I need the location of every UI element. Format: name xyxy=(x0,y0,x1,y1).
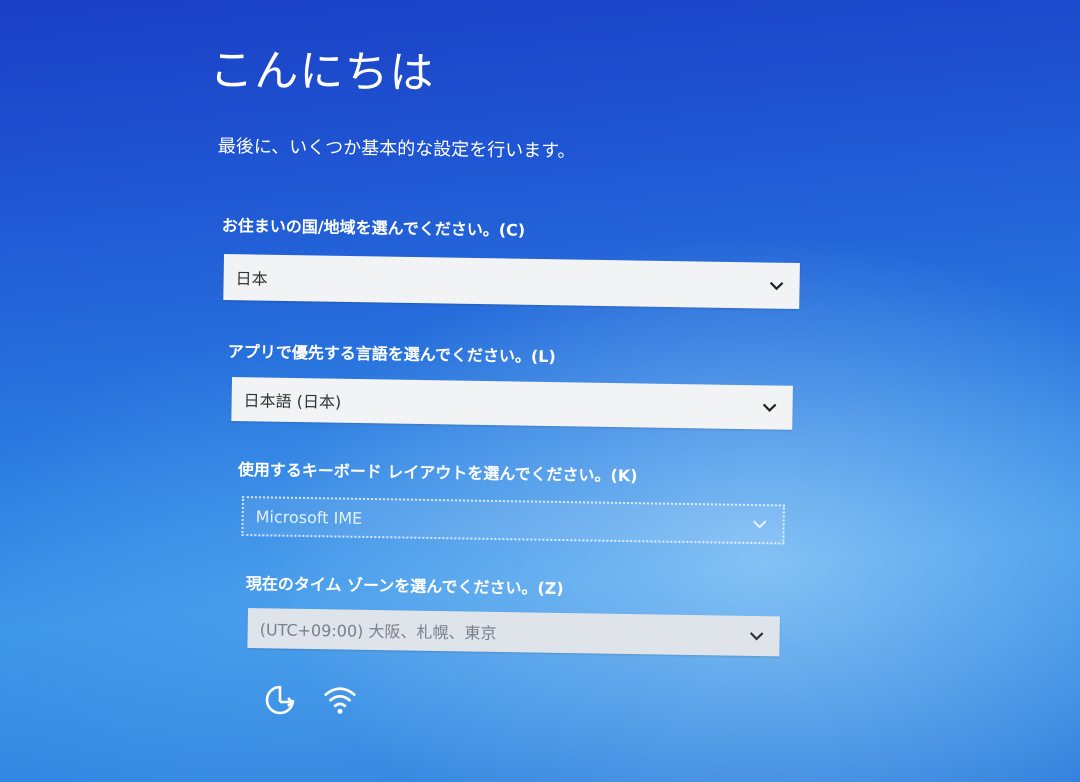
chevron-down-icon xyxy=(769,279,784,293)
app-language-dropdown[interactable]: 日本語 (日本) xyxy=(231,377,793,430)
bottom-toolbar xyxy=(262,682,358,718)
keyboard-layout-value: Microsoft IME xyxy=(255,506,363,528)
time-zone-value: (UTC+09:00) 大阪、札幌、東京 xyxy=(259,620,497,643)
page-title: こんにちは xyxy=(209,44,435,100)
chevron-down-icon xyxy=(749,629,764,643)
setup-screen: こんにちは 最後に、いくつか基本的な設定を行います。 お住まいの国/地域を選んで… xyxy=(0,0,1080,782)
app-language-label: アプリで優先する言語を選んでください。(L) xyxy=(227,341,556,367)
time-zone-label: 現在のタイム ゾーンを選んでください。(Z) xyxy=(245,573,564,598)
page-subtitle: 最後に、いくつか基本的な設定を行います。 xyxy=(217,135,576,162)
ease-of-access-icon[interactable] xyxy=(262,682,298,718)
country-region-value: 日本 xyxy=(235,269,268,289)
keyboard-layout-dropdown[interactable]: Microsoft IME xyxy=(241,496,785,545)
country-region-label: お住まいの国/地域を選んでください。(C) xyxy=(221,215,526,240)
chevron-down-icon xyxy=(752,517,767,531)
chevron-down-icon xyxy=(762,400,777,414)
wifi-icon[interactable] xyxy=(322,682,358,718)
country-region-dropdown[interactable]: 日本 xyxy=(223,254,800,310)
keyboard-layout-label: 使用するキーボード レイアウトを選んでください。(K) xyxy=(237,459,638,486)
time-zone-dropdown[interactable]: (UTC+09:00) 大阪、札幌、東京 xyxy=(247,608,780,657)
app-language-value: 日本語 (日本) xyxy=(243,391,342,412)
